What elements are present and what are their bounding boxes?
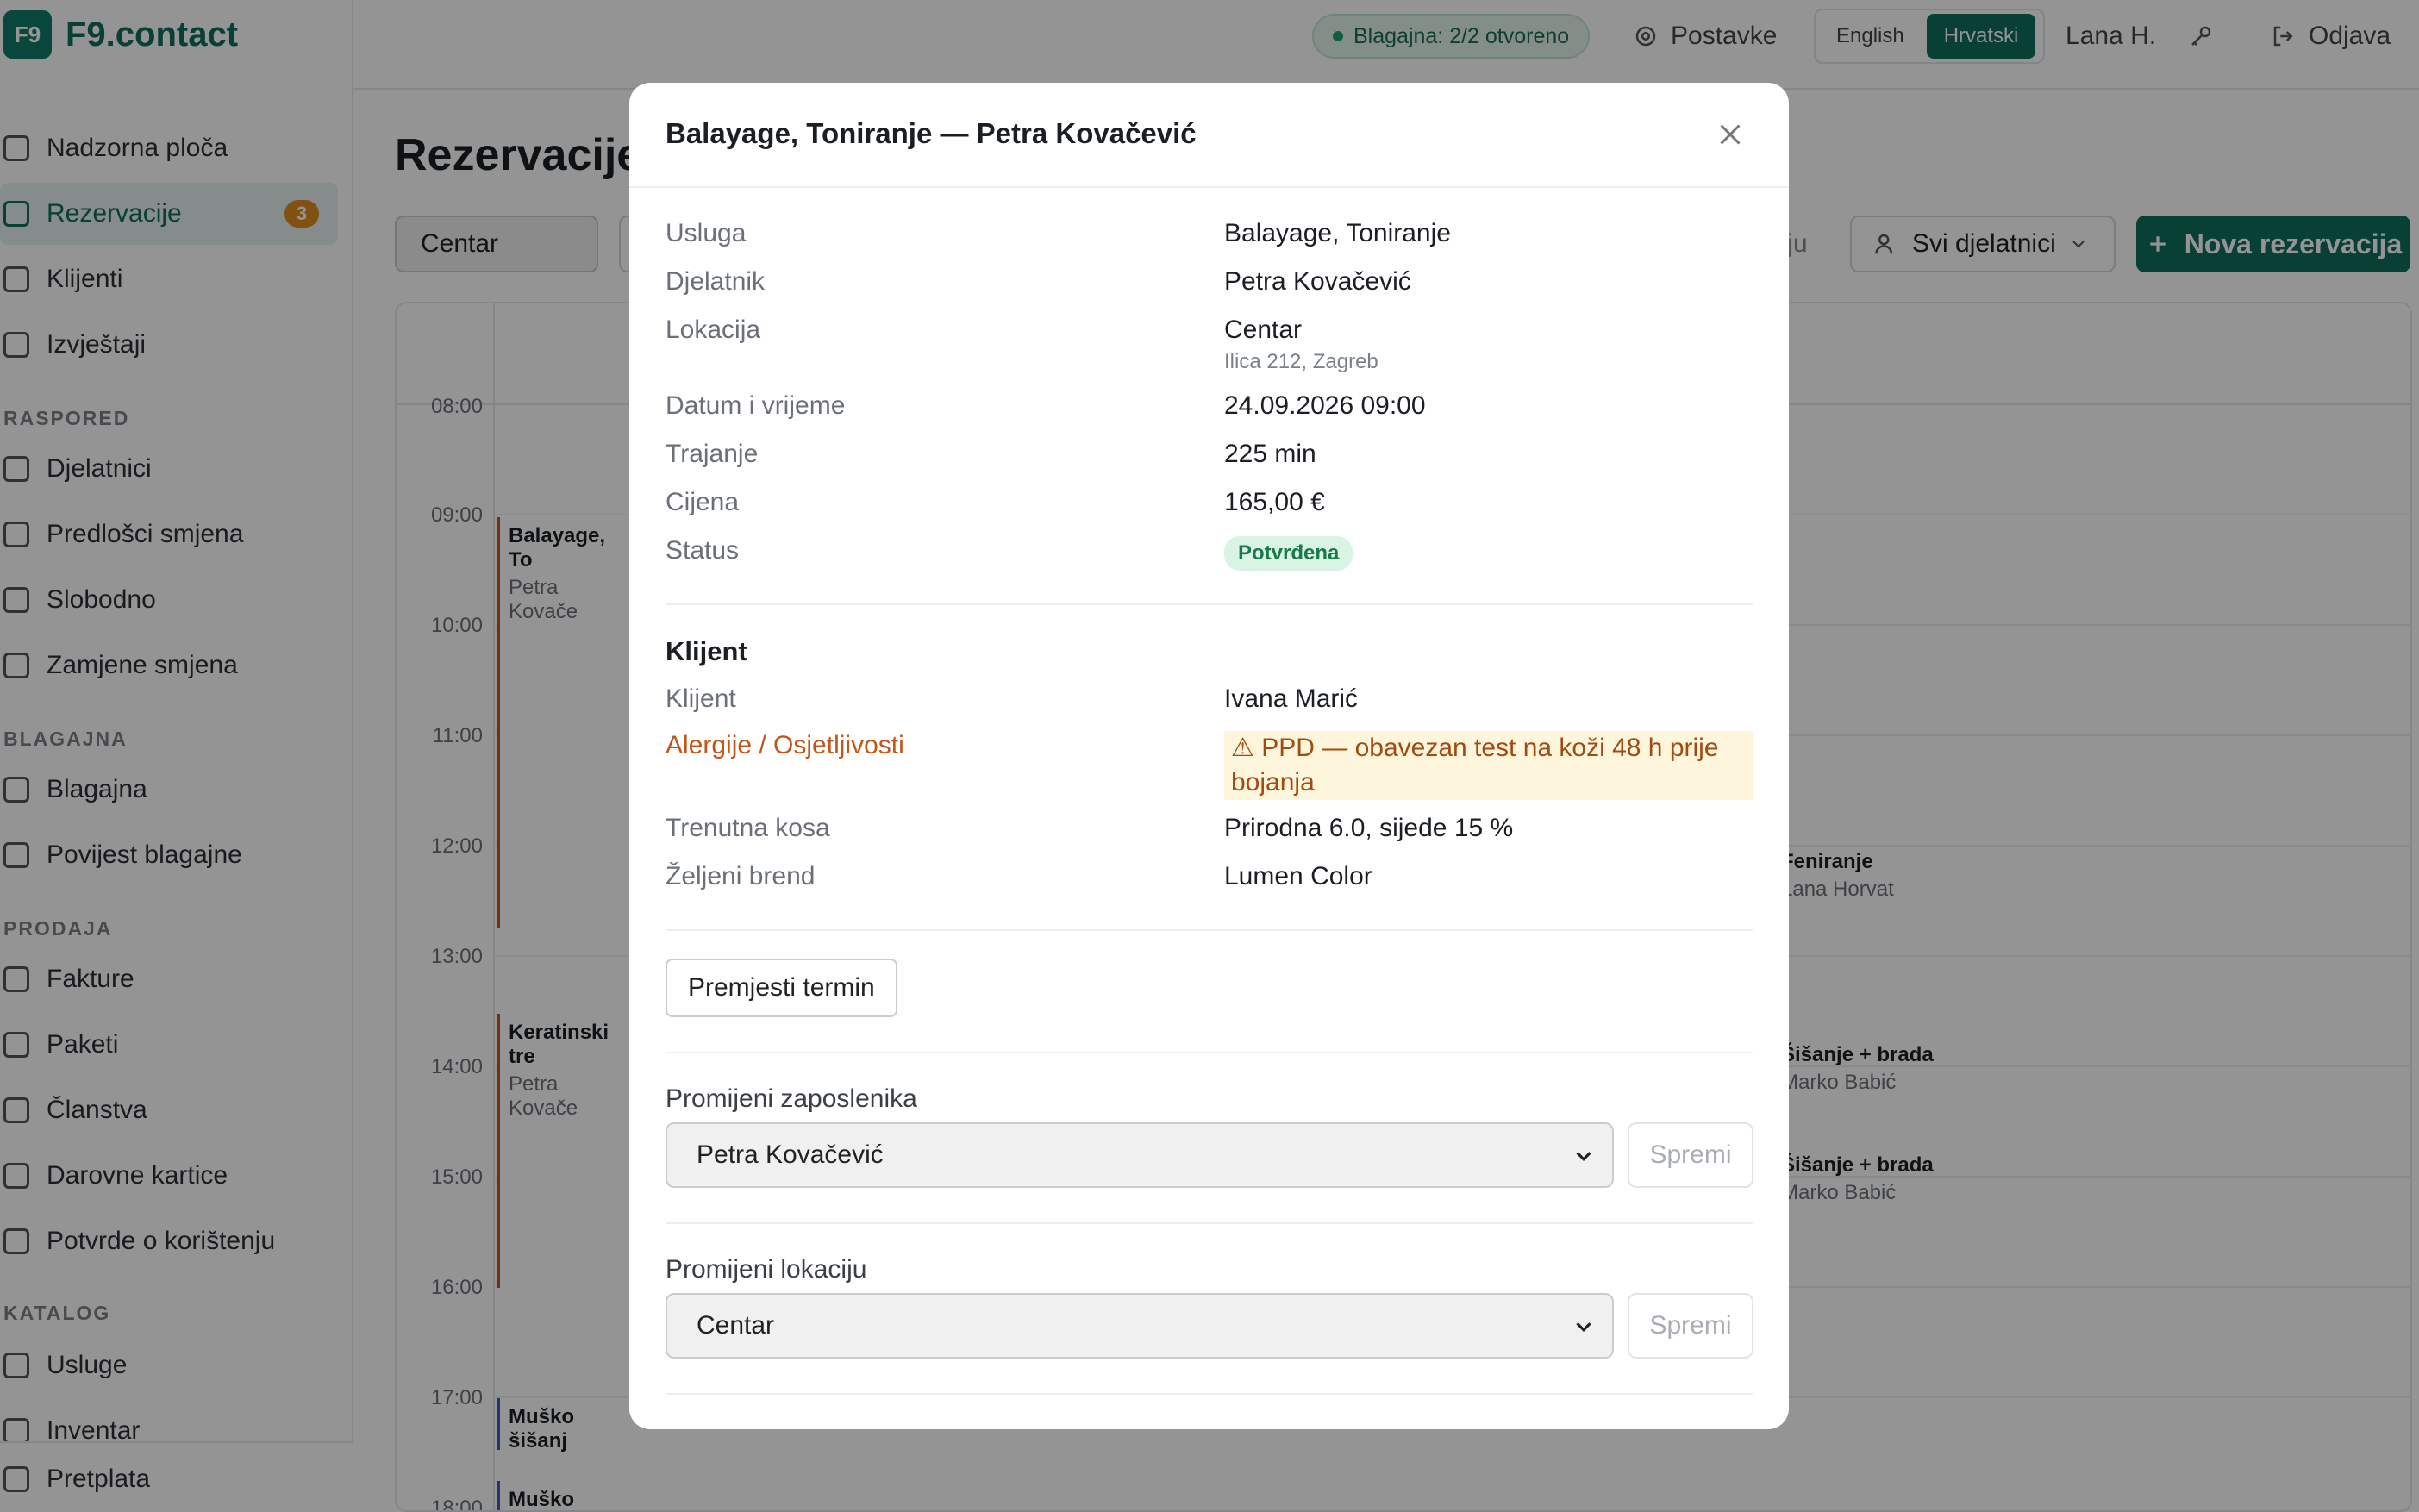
close-icon[interactable] [1715,119,1746,150]
detail-label: Željeni brend [666,862,816,890]
detail-value: 24.09.2026 09:00 [1224,391,1426,420]
divider [666,1222,1753,1224]
divider [666,1393,1753,1395]
detail-value: 225 min [1224,440,1316,468]
change-location-label: Promijeni lokaciju [666,1255,867,1284]
status-badge: Potvrđena [1224,536,1353,571]
detail-label: Usluga [666,219,747,247]
detail-label: Datum i vrijeme [666,391,846,420]
detail-label: Djelatnik [666,267,766,296]
client-link[interactable]: Ivana Marić [1224,684,1358,714]
detail-label: Trajanje [666,440,759,468]
modal-title: Balayage, Toniranje — Petra Kovačević [666,117,1197,149]
detail-value: Prirodna 6.0, sijede 15 % [1224,814,1514,842]
location-address: Ilica 212, Zagreb [1224,350,1378,373]
detail-label: Cijena [666,488,740,516]
detail-label: Klijent [666,684,736,713]
change-location-value: Centar [697,1311,775,1340]
detail-value: Lumen Color [1224,862,1372,890]
divider [666,929,1753,931]
client-section-title: Klijent [666,636,747,666]
change-location-select[interactable]: Centar [666,1293,1614,1359]
save-staff-button[interactable]: Spremi [1628,1122,1753,1188]
change-staff-value: Petra Kovačević [697,1140,884,1169]
divider [666,603,1753,605]
status-value: Potvrđena [1224,536,1353,571]
divider [666,1052,1753,1053]
chevron-down-icon [1576,1152,1591,1161]
detail-label: Status [666,536,740,565]
allergy-warning: ⚠ PPD — obavezan test na koži 48 h prije… [1224,731,1753,800]
change-staff-select[interactable]: Petra Kovačević [666,1122,1614,1188]
move-appointment-button[interactable]: Premjesti termin [666,959,897,1017]
app-root: F9 F9.contact Nadzorna ploča Rezervacije… [0,0,2419,1512]
modal-header: Balayage, Toniranje — Petra Kovačević [629,83,1789,188]
detail-label: Trenutna kosa [666,814,830,842]
save-location-button[interactable]: Spremi [1628,1293,1753,1359]
location-name: Centar [1224,316,1303,344]
allergy-label: Alergije / Osjetljivosti [666,731,904,759]
chevron-down-icon [1576,1322,1591,1332]
detail-label: Lokacija [666,316,761,344]
reservation-detail-modal: Balayage, Toniranje — Petra Kovačević Us… [629,83,1789,1429]
detail-value: Petra Kovačević [1224,267,1411,296]
change-staff-label: Promijeni zaposlenika [666,1084,917,1113]
detail-value: 165,00 € [1224,488,1325,516]
detail-value: Balayage, Toniranje [1224,219,1451,247]
detail-value: Centar Ilica 212, Zagreb [1224,316,1378,374]
